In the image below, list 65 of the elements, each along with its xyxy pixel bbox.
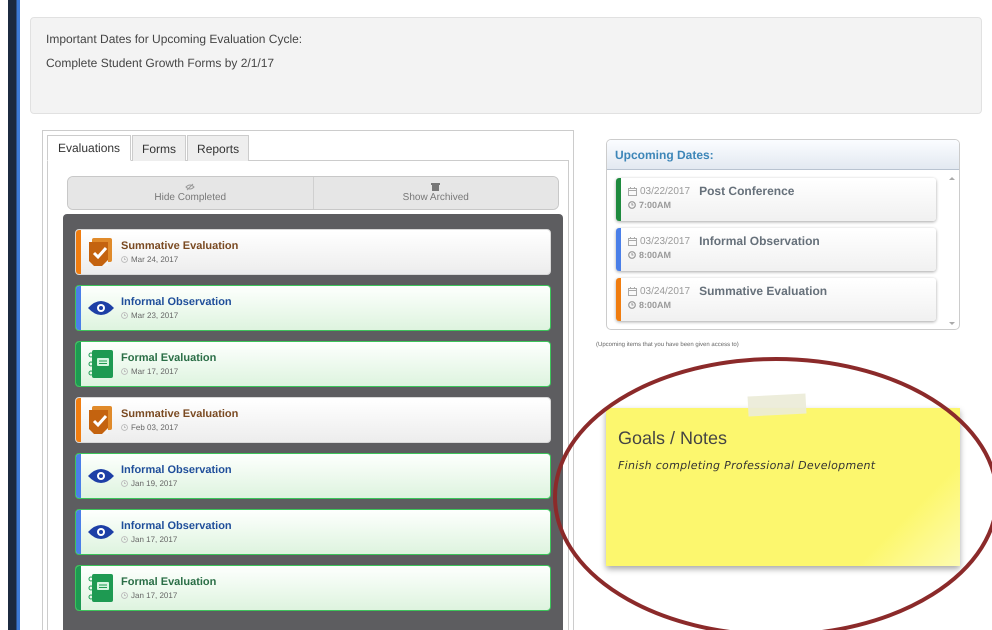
- announcement-text: Important Dates for Upcoming Evaluation Cycle:: [46, 32, 304, 46]
- clock-icon: [628, 301, 636, 309]
- evaluation-date: Mar 24, 2017: [131, 255, 178, 264]
- calendar-icon: [628, 286, 637, 296]
- clock-icon: [121, 424, 128, 431]
- evaluation-title: Formal Evaluation: [121, 576, 216, 588]
- evaluation-date: Jan 17, 2017: [131, 591, 178, 600]
- evaluation-title: Informal Observation: [121, 520, 232, 532]
- eye-icon: [87, 468, 115, 484]
- evaluation-card[interactable]: Informal Observation Jan 19, 2017: [75, 453, 551, 499]
- note-title: Goals / Notes: [618, 428, 728, 449]
- notebook-icon: [88, 573, 114, 603]
- evaluation-date: Feb 03, 2017: [131, 423, 178, 432]
- upcoming-item[interactable]: 03/24/2017 Summative Evaluation 8:00AM: [616, 278, 936, 321]
- clock-icon: [121, 536, 128, 543]
- clock-icon: [628, 251, 636, 259]
- evaluation-title: Summative Evaluation: [121, 408, 238, 420]
- archive-icon: [431, 183, 440, 191]
- item-time: 8:00AM: [639, 250, 672, 260]
- eye-icon: [87, 524, 115, 540]
- evaluation-card[interactable]: Formal Evaluation Jan 17, 2017: [75, 565, 551, 611]
- clock-icon: [121, 592, 128, 599]
- checklist-icon: [88, 237, 114, 267]
- upcoming-item[interactable]: 03/23/2017 Informal Observation 8:00AM: [616, 228, 936, 271]
- item-date: 03/23/2017: [640, 236, 690, 246]
- panel-title: Upcoming Dates:: [615, 148, 714, 162]
- item-title: Summative Evaluation: [699, 284, 828, 298]
- tab[interactable]: Evaluations: [47, 135, 132, 161]
- tape: [748, 394, 806, 416]
- note-text: Finish completing Professional Development: [618, 459, 876, 472]
- evaluation-title: Summative Evaluation: [121, 240, 238, 252]
- item-title: Informal Observation: [699, 234, 820, 248]
- evaluation-title: Informal Observation: [121, 296, 232, 308]
- item-date: 03/22/2017: [640, 186, 690, 196]
- evaluation-date: Jan 17, 2017: [131, 535, 178, 544]
- clock-icon: [121, 368, 128, 375]
- evaluation-title: Formal Evaluation: [121, 352, 216, 364]
- calendar-icon: [628, 186, 637, 196]
- checklist-icon: [88, 405, 114, 435]
- evaluation-card[interactable]: Informal Observation Mar 23, 2017: [75, 285, 551, 331]
- clock-icon: [628, 201, 636, 209]
- clock-icon: [121, 480, 128, 487]
- evaluation-card[interactable]: Formal Evaluation Mar 17, 2017: [75, 341, 551, 387]
- clock-icon: [121, 312, 128, 319]
- hide-completed-button[interactable]: Hide Completed: [68, 177, 314, 209]
- evaluation-date: Jan 19, 2017: [131, 479, 178, 488]
- evaluation-card[interactable]: Informal Observation Jan 17, 2017: [75, 509, 551, 555]
- evaluation-card[interactable]: Summative Evaluation Feb 03, 2017: [75, 397, 551, 443]
- evaluation-title: Informal Observation: [121, 464, 232, 476]
- item-time: 8:00AM: [639, 300, 672, 310]
- notebook-icon: [88, 349, 114, 379]
- eye-slash-icon: [185, 183, 196, 191]
- evaluation-card[interactable]: Summative Evaluation Mar 24, 2017: [75, 229, 551, 275]
- eye-icon: [87, 300, 115, 316]
- clock-icon: [121, 256, 128, 263]
- tab[interactable]: Reports: [187, 135, 250, 161]
- item-date: 03/24/2017: [640, 286, 690, 296]
- tab[interactable]: Forms: [132, 135, 186, 161]
- item-title: Post Conference: [699, 184, 794, 198]
- evaluation-date: Mar 23, 2017: [131, 311, 178, 320]
- calendar-icon: [628, 236, 637, 246]
- item-time: 7:00AM: [639, 200, 672, 210]
- upcoming-item[interactable]: 03/22/2017 Post Conference 7:00AM: [616, 178, 936, 221]
- evaluation-date: Mar 17, 2017: [131, 367, 178, 376]
- announcement-text: Complete Student Growth Forms by 2/1/17: [46, 56, 276, 70]
